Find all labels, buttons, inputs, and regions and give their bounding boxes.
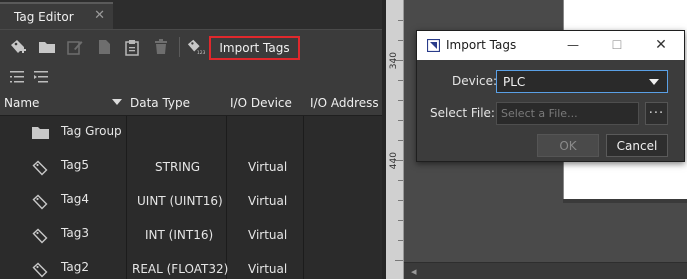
table-row[interactable]: Tag4 UINT (UINT16) Virtual [0, 184, 382, 218]
ruler-tick [398, 180, 403, 181]
table-row[interactable]: Tag Group [0, 116, 382, 150]
tag-name: Tag5 [61, 158, 89, 172]
vertical-ruler: 340 440 [386, 0, 404, 279]
table-header: Name Data Type I/O Device I/O Address [0, 90, 382, 116]
tag-name: Tag4 [61, 192, 89, 206]
tag-icon [32, 228, 48, 247]
tag-icon [32, 262, 48, 279]
tag-name: Tag2 [61, 260, 89, 274]
ruler-tick [398, 220, 403, 221]
table-row[interactable]: Tag2 REAL (FLOAT32) Virtual [0, 252, 382, 279]
ruler-tick [398, 240, 403, 241]
close-button[interactable]: ✕ [649, 35, 673, 55]
tag-name: Tag Group [61, 124, 122, 138]
import-tags-icon[interactable]: 123 [187, 38, 205, 56]
ellipsis-icon: ··· [648, 106, 665, 121]
ruler-label: 340 [389, 52, 399, 70]
table-row[interactable]: Tag3 INT (INT16) Virtual [0, 218, 382, 252]
tag-io-device: Virtual [248, 160, 288, 174]
column-header-io-address[interactable]: I/O Address [310, 96, 379, 110]
ruler-tick [398, 200, 403, 201]
cancel-label: Cancel [616, 138, 658, 153]
column-header-io-device[interactable]: I/O Device [230, 96, 292, 110]
ruler-tick [398, 20, 403, 21]
table-row[interactable]: Tag5 STRING Virtual [0, 150, 382, 184]
import-tags-button[interactable]: Import Tags [209, 36, 300, 60]
horizontal-scrollbar[interactable]: ◂ [404, 262, 687, 279]
cancel-button[interactable]: Cancel [606, 134, 668, 157]
tag-table: Name Data Type I/O Device I/O Address Ta… [0, 90, 382, 279]
ok-label: OK [559, 138, 577, 153]
device-label: Device: [452, 74, 498, 88]
tag-data-type: UINT (UINT16) [137, 194, 223, 208]
import-tags-label: Import Tags [219, 41, 290, 55]
chevron-down-icon [649, 79, 659, 85]
toolbar: 123 Import Tags [0, 29, 382, 63]
maximize-button[interactable]: ☐ [605, 35, 629, 55]
tag-io-device: Virtual [248, 262, 288, 276]
tab-strip: Tag Editor ✕ [0, 0, 382, 29]
column-header-data-type[interactable]: Data Type [130, 96, 190, 110]
ruler-tick [398, 140, 403, 141]
tab-title: Tag Editor [14, 9, 74, 24]
delete-icon[interactable] [152, 38, 170, 56]
select-file-label: Select File: [430, 106, 495, 120]
expand-all-icon[interactable] [32, 68, 50, 86]
collapse-all-icon[interactable] [8, 68, 26, 86]
column-header-name[interactable]: Name [4, 96, 39, 110]
folder-icon [32, 126, 49, 142]
tag-name: Tag3 [61, 226, 89, 240]
device-select[interactable]: PLC [496, 70, 668, 93]
ok-button[interactable]: OK [537, 134, 599, 157]
subtoolbar [0, 63, 382, 90]
dialog-title: Import Tags [446, 38, 517, 52]
tag-io-device: Virtual [248, 194, 288, 208]
tag-io-device: Virtual [248, 228, 288, 242]
device-select-value: PLC [503, 74, 526, 89]
tag-icon [32, 194, 48, 213]
edit-icon[interactable] [66, 38, 84, 56]
tag-icon [32, 160, 48, 179]
ruler-tick [398, 100, 403, 101]
ruler-tick [395, 260, 403, 261]
dialog-titlebar[interactable]: Import Tags — ☐ ✕ [417, 31, 684, 60]
sort-desc-icon[interactable] [112, 99, 122, 105]
add-tag-icon[interactable] [9, 38, 27, 56]
copy-icon[interactable] [95, 38, 113, 56]
tag-data-type: STRING [155, 160, 201, 174]
ruler-label: 440 [389, 152, 399, 170]
app-logo-icon [426, 38, 441, 55]
tag-data-type: REAL (FLOAT32) [132, 262, 229, 276]
toolbar-separator [179, 37, 180, 57]
browse-button[interactable]: ··· [645, 102, 668, 125]
folder-icon[interactable] [38, 38, 56, 56]
tab-tag-editor[interactable]: Tag Editor ✕ [0, 2, 113, 29]
ruler-tick [398, 40, 403, 41]
svg-text:123: 123 [197, 50, 205, 56]
canvas-shadow [563, 199, 687, 203]
import-tags-dialog: Import Tags — ☐ ✕ Device: PLC Select Fil… [416, 30, 685, 162]
ruler-tick [398, 120, 403, 121]
tab-close-icon[interactable]: ✕ [94, 8, 105, 23]
paste-icon[interactable] [123, 38, 141, 56]
minimize-button[interactable]: — [561, 35, 585, 55]
tag-data-type: INT (INT16) [145, 228, 214, 242]
scroll-left-icon[interactable]: ◂ [411, 265, 417, 278]
file-path-input[interactable] [496, 102, 639, 125]
ruler-tick [398, 80, 403, 81]
